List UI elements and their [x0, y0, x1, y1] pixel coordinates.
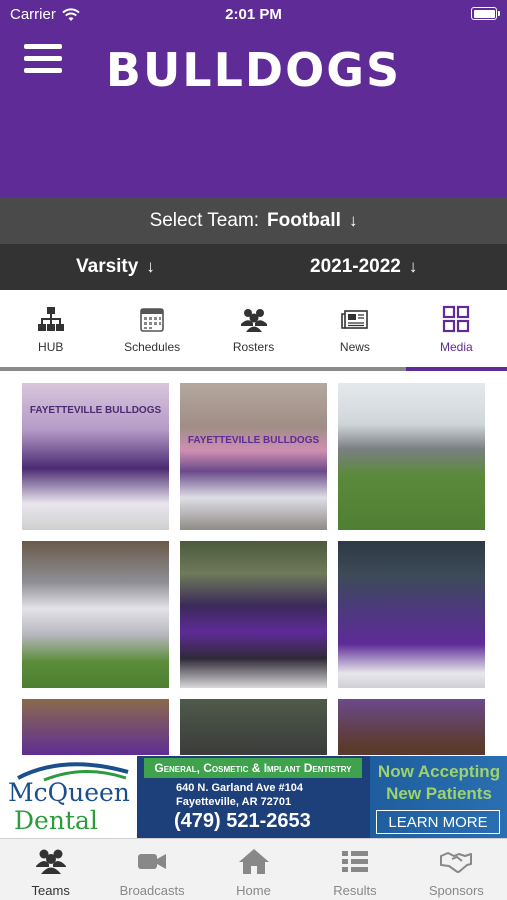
ad-services-banner: General, Cosmetic & Implant Dentistry	[144, 758, 362, 778]
active-tab-indicator	[406, 367, 507, 371]
level-filter[interactable]: Varsity ↓	[76, 244, 155, 290]
mcqueen-dental-logo: McQueen Dental	[6, 760, 140, 834]
photo-caption: FAYETTEVILLE BULLDOGS	[187, 435, 320, 446]
ad-address-line1: 640 N. Garland Ave #104	[176, 782, 303, 794]
nav-teams-label: Teams	[31, 883, 70, 898]
tab-news[interactable]: News	[304, 290, 405, 370]
ad-address-line2: Fayetteville, AR 72701	[176, 796, 292, 808]
nav-home-label: Home	[236, 883, 271, 898]
nav-results[interactable]: Results	[304, 839, 405, 900]
media-thumbnail[interactable]	[22, 541, 169, 688]
section-tabs: HUB Schedules Rosters News Media	[0, 290, 507, 370]
ad-accepting-line1: Now Accepting	[377, 762, 501, 781]
newspaper-icon	[341, 310, 368, 329]
media-thumbnail[interactable]: FAYETTEVILLE BULLDOGS	[22, 383, 169, 530]
team-selector-prefix: Select Team:	[149, 210, 260, 231]
tab-news-label: News	[339, 340, 370, 354]
season-filter-value: 2021-2022	[310, 256, 401, 277]
level-filter-value: Varsity	[76, 256, 139, 277]
nav-sponsors-label: Sponsors	[428, 883, 484, 898]
nav-broadcasts-label: Broadcasts	[119, 883, 185, 898]
tab-schedules-label: Schedules	[124, 340, 181, 354]
people-icon	[240, 309, 267, 332]
calendar-icon	[140, 308, 164, 332]
learn-more-button[interactable]: LEARN MORE	[376, 810, 500, 834]
video-camera-icon	[138, 854, 167, 869]
tab-schedules[interactable]: Schedules	[101, 290, 202, 370]
ad-phone-number: (479) 521-2653	[174, 810, 311, 832]
team-selector-value: Football	[267, 210, 341, 231]
media-grid: FAYETTEVILLE BULLDOGS FAYETTEVILLE BULLD…	[22, 383, 486, 755]
media-thumbnail[interactable]	[180, 541, 327, 688]
tab-hub-label: HUB	[38, 340, 64, 354]
ad-accepting-line2: New Patients	[386, 784, 492, 803]
media-thumbnail[interactable]	[338, 383, 485, 530]
list-icon	[341, 851, 368, 872]
arrow-down-icon: ↓	[348, 211, 358, 230]
arrow-down-icon: ↓	[408, 257, 418, 276]
team-selector[interactable]: Select Team: Football ↓	[0, 198, 507, 244]
org-chart-icon	[37, 307, 64, 331]
status-bar: Carrier 2:01 PM	[0, 0, 507, 30]
home-icon	[238, 849, 269, 874]
nav-sponsors[interactable]: Sponsors	[406, 839, 507, 900]
photo-caption: FAYETTEVILLE BULLDOGS	[29, 405, 162, 416]
arrow-down-icon: ↓	[146, 257, 155, 276]
grid-icon	[443, 305, 470, 333]
tab-hub[interactable]: HUB	[0, 290, 101, 370]
tab-rosters-label: Rosters	[232, 340, 275, 354]
nav-results-label: Results	[333, 883, 377, 898]
bottom-tab-bar: Teams Broadcasts Home Results Sponsors	[0, 838, 507, 900]
media-thumbnail[interactable]: FAYETTEVILLE BULLDOGS	[180, 383, 327, 530]
tab-media[interactable]: Media	[406, 290, 507, 370]
sponsor-ad-banner[interactable]: McQueen Dental General, Cosmetic & Impla…	[0, 756, 507, 838]
app-header: Carrier 2:01 PM BULLDOGS	[0, 0, 507, 198]
tab-media-label: Media	[439, 340, 473, 354]
nav-home[interactable]: Home	[203, 839, 304, 900]
media-thumbnail[interactable]	[180, 699, 327, 755]
nav-broadcasts[interactable]: Broadcasts	[101, 839, 202, 900]
media-thumbnail[interactable]	[22, 699, 169, 755]
battery-icon	[471, 7, 500, 20]
handshake-icon	[440, 852, 473, 873]
teams-icon	[35, 849, 66, 874]
brand-wordmark: BULLDOGS	[105, 43, 402, 97]
season-filter[interactable]: 2021-2022 ↓	[310, 244, 417, 290]
media-thumbnail[interactable]	[338, 699, 485, 755]
clock: 2:01 PM	[225, 6, 282, 23]
filter-row: Varsity ↓ 2021-2022 ↓	[0, 244, 507, 290]
tab-rosters[interactable]: Rosters	[203, 290, 304, 370]
media-thumbnail[interactable]	[338, 541, 485, 688]
nav-teams[interactable]: Teams	[0, 839, 101, 900]
logo-text-line1: McQueen	[8, 778, 130, 807]
logo-text-line2: Dental	[14, 806, 98, 835]
